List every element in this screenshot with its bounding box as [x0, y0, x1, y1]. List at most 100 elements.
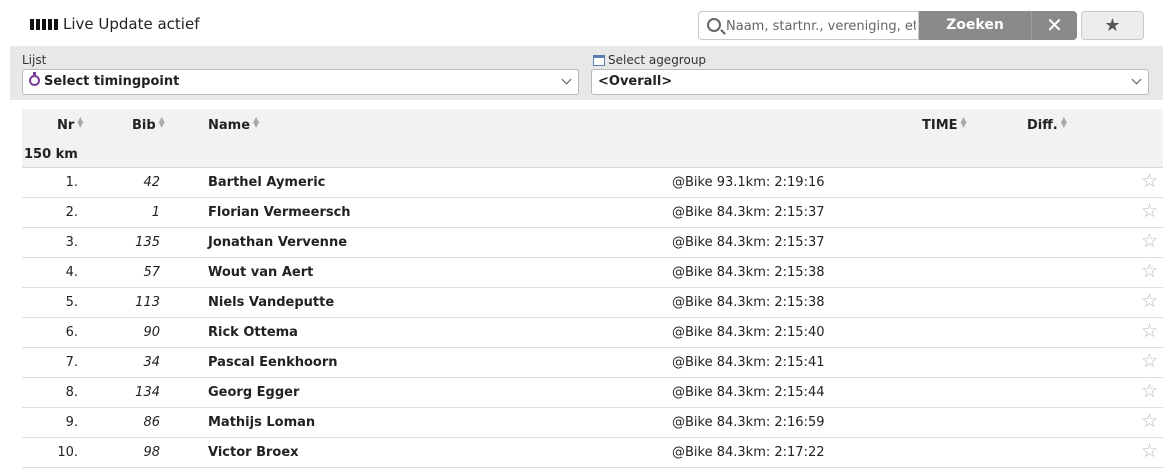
- rank-cell: 4.: [65, 265, 78, 280]
- athlete-name-link[interactable]: Barthel Aymeric: [208, 175, 325, 190]
- sort-icon: ▲ ▼: [158, 115, 165, 129]
- column-header-diff-label: Diff.: [1027, 118, 1058, 133]
- athlete-name-link[interactable]: Wout van Aert: [208, 265, 313, 280]
- rank-cell: 2.: [65, 205, 78, 220]
- table-row[interactable]: 2. 1 Florian Vermeersch @Bike 84.3km: 2:15:…: [22, 198, 1163, 228]
- list-label: Lijst: [22, 53, 47, 67]
- bib-cell: 135: [135, 235, 160, 250]
- table-row[interactable]: 9. 86 Mathijs Loman @Bike 84.3km: 2:16:59 ☆: [22, 408, 1163, 438]
- rank-cell: 8.: [65, 385, 78, 400]
- bib-cell: 34: [143, 355, 160, 370]
- rank-cell: 10.: [57, 445, 78, 460]
- athlete-name-link[interactable]: Victor Broex: [208, 445, 299, 460]
- agegroup-label: Select agegroup: [608, 53, 707, 67]
- split-time-cell: @Bike 84.3km: 2:15:37: [672, 205, 825, 220]
- table-row[interactable]: 3. 135 Jonathan Vervenne @Bike 84.3km: 2:15…: [22, 228, 1163, 258]
- rank-cell: 7.: [65, 355, 78, 370]
- bib-cell: 42: [143, 175, 160, 190]
- table-row[interactable]: 6. 90 Rick Ottema @Bike 84.3km: 2:15:40 ☆: [22, 318, 1163, 348]
- rank-cell: 1.: [65, 175, 78, 190]
- athlete-name-link[interactable]: Pascal Eenkhoorn: [208, 355, 338, 370]
- table-row[interactable]: 10. 98 Victor Broex @Bike 84.3km: 2:17:22 ☆: [22, 438, 1163, 468]
- athlete-name-link[interactable]: Mathijs Loman: [208, 415, 315, 430]
- results-table: Nr ▲ ▼ Bib ▲ ▼ Name ▲ ▼ TIME ▲ ▼ Diff. ▲ ▼ 150 km …: [22, 109, 1163, 468]
- athlete-name-link[interactable]: Rick Ottema: [208, 325, 298, 340]
- favorite-star-icon[interactable]: ☆: [1141, 231, 1158, 251]
- stopwatch-icon: [29, 72, 40, 86]
- calendar-icon: [593, 54, 605, 66]
- bib-cell: 86: [143, 415, 160, 430]
- agegroup-select[interactable]: <Overall>: [591, 69, 1149, 95]
- split-time-cell: @Bike 84.3km: 2:15:37: [672, 235, 825, 250]
- close-icon: ✕: [1046, 13, 1063, 37]
- athlete-name-link[interactable]: Georg Egger: [208, 385, 299, 400]
- bib-cell: 1: [151, 205, 160, 220]
- column-header-nr[interactable]: Nr ▲ ▼: [57, 115, 84, 134]
- table-row[interactable]: 1. 42 Barthel Aymeric @Bike 93.1km: 2:19:16…: [22, 168, 1163, 198]
- favorites-button[interactable]: ★: [1081, 11, 1144, 40]
- rank-cell: 9.: [65, 415, 78, 430]
- athlete-name-link[interactable]: Florian Vermeersch: [208, 205, 351, 220]
- bib-cell: 98: [143, 445, 160, 460]
- bib-cell: 90: [143, 325, 160, 340]
- agegroup-label-wrap: Select agegroup: [593, 53, 706, 67]
- rank-cell: 3.: [65, 235, 78, 250]
- athlete-name-link[interactable]: Jonathan Vervenne: [208, 235, 347, 250]
- column-header-name[interactable]: Name ▲ ▼: [208, 115, 260, 134]
- column-header-time[interactable]: TIME ▲ ▼: [922, 115, 967, 134]
- favorite-star-icon[interactable]: ☆: [1141, 291, 1158, 311]
- split-time-cell: @Bike 84.3km: 2:15:38: [672, 265, 825, 280]
- table-body: 1. 42 Barthel Aymeric @Bike 93.1km: 2:19:16…: [22, 168, 1163, 468]
- live-update-label: Live Update actief: [63, 15, 200, 33]
- sort-icon: ▲ ▼: [77, 115, 84, 129]
- search-button[interactable]: Zoeken: [919, 11, 1031, 40]
- table-row[interactable]: 4. 57 Wout van Aert @Bike 84.3km: 2:15:38 ☆: [22, 258, 1163, 288]
- favorite-star-icon[interactable]: ☆: [1141, 261, 1158, 281]
- rank-cell: 5.: [65, 295, 78, 310]
- timingpoint-select[interactable]: Select timingpoint: [22, 69, 579, 95]
- split-time-cell: @Bike 84.3km: 2:17:22: [672, 445, 825, 460]
- column-header-time-label: TIME: [922, 118, 958, 133]
- live-update-status: Live Update actief: [30, 15, 200, 33]
- favorite-star-icon[interactable]: ☆: [1141, 441, 1158, 461]
- favorite-star-icon[interactable]: ☆: [1141, 321, 1158, 341]
- table-row[interactable]: 8. 134 Georg Egger @Bike 84.3km: 2:15:44 ☆: [22, 378, 1163, 408]
- split-time-cell: @Bike 84.3km: 2:15:44: [672, 385, 825, 400]
- signal-bars-icon: [30, 18, 58, 30]
- split-time-cell: @Bike 84.3km: 2:15:41: [672, 355, 825, 370]
- bib-cell: 134: [135, 385, 160, 400]
- split-time-cell: @Bike 93.1km: 2:19:16: [672, 175, 825, 190]
- column-header-nr-label: Nr: [57, 118, 75, 133]
- favorite-star-icon[interactable]: ☆: [1141, 201, 1158, 221]
- bib-cell: 113: [135, 295, 160, 310]
- bib-cell: 57: [143, 265, 160, 280]
- split-time-cell: @Bike 84.3km: 2:16:59: [672, 415, 825, 430]
- chevron-down-icon: [1131, 74, 1142, 85]
- column-header-bib[interactable]: Bib ▲ ▼: [132, 115, 165, 134]
- favorite-star-icon[interactable]: ☆: [1141, 381, 1158, 401]
- athlete-name-link[interactable]: Niels Vandeputte: [208, 295, 334, 310]
- column-header-bib-label: Bib: [132, 118, 156, 133]
- filter-panel: Lijst Select timingpoint Select agegroup…: [10, 46, 1163, 100]
- rank-cell: 6.: [65, 325, 78, 340]
- split-time-cell: @Bike 84.3km: 2:15:38: [672, 295, 825, 310]
- sort-icon: ▲ ▼: [1060, 115, 1067, 129]
- star-icon: ★: [1104, 15, 1121, 36]
- favorite-star-icon[interactable]: ☆: [1141, 171, 1158, 191]
- clear-search-button[interactable]: ✕: [1031, 11, 1077, 40]
- favorite-star-icon[interactable]: ☆: [1141, 351, 1158, 371]
- group-heading: 150 km: [24, 147, 78, 162]
- column-header-diff[interactable]: Diff. ▲ ▼: [1027, 115, 1067, 134]
- chevron-down-icon: [561, 74, 572, 85]
- search-input[interactable]: [726, 16, 916, 36]
- column-header-name-label: Name: [208, 118, 251, 133]
- top-bar: Live Update actief Zoeken ✕ ★: [0, 0, 1163, 46]
- favorite-star-icon[interactable]: ☆: [1141, 411, 1158, 431]
- sort-icon: ▲ ▼: [960, 115, 967, 129]
- split-time-cell: @Bike 84.3km: 2:15:40: [672, 325, 825, 340]
- table-row[interactable]: 5. 113 Niels Vandeputte @Bike 84.3km: 2:15:…: [22, 288, 1163, 318]
- timingpoint-select-value: Select timingpoint: [44, 74, 180, 89]
- table-row[interactable]: 7. 34 Pascal Eenkhoorn @Bike 84.3km: 2:15:4…: [22, 348, 1163, 378]
- search-box[interactable]: [698, 11, 919, 40]
- sort-icon: ▲ ▼: [253, 115, 260, 129]
